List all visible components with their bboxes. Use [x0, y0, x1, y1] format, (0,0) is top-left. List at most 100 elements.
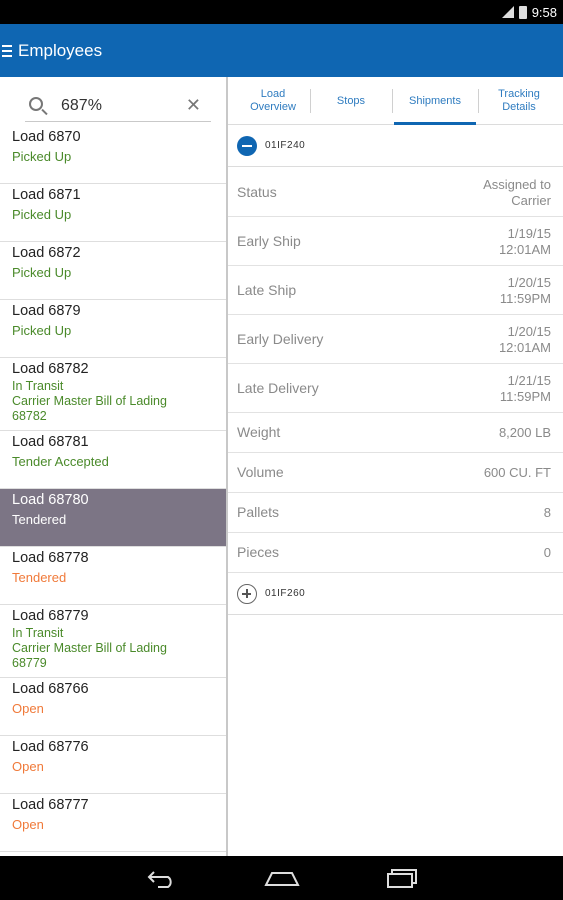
tab-stops[interactable]: Stops	[312, 77, 390, 125]
detail-label: Pieces	[237, 544, 280, 560]
load-list-item[interactable]: Load 68781 Tender Accepted	[0, 431, 226, 489]
load-name: Load 68782	[12, 361, 89, 377]
status-bar: 9:58	[0, 0, 563, 24]
plus-circle-icon[interactable]	[237, 583, 257, 604]
load-name: Load 6871	[12, 187, 81, 203]
detail-value-line: Assigned to	[483, 176, 551, 192]
load-name: Load 68776	[12, 739, 89, 755]
detail-value-line: 1/20/15	[507, 323, 551, 339]
load-list-pane: ✕ Load 6870Picked UpLoad 6871Picked UpLo…	[0, 77, 226, 856]
detail-label: Early Delivery	[237, 330, 324, 347]
load-status: Picked Up	[12, 149, 72, 164]
load-name: Load 68777	[12, 797, 89, 813]
load-name: Load 68781	[12, 434, 89, 450]
load-name: Load 68766	[12, 681, 89, 697]
load-list-item[interactable]: Load 68780 Tendered	[0, 489, 226, 547]
load-extra-info: 68782	[12, 409, 47, 423]
tab-shipments[interactable]: Shipments	[394, 77, 476, 125]
detail-row: Pallets 8	[228, 493, 563, 533]
back-icon[interactable]	[144, 866, 180, 890]
detail-value: 0	[544, 545, 551, 561]
search-icon[interactable]	[29, 97, 43, 111]
load-list-item[interactable]: Load 6870 Picked Up	[0, 126, 226, 184]
load-status: In Transit	[12, 379, 64, 393]
detail-value: 1/19/15 12:01AM	[499, 226, 551, 258]
shipment-header-expanded[interactable]: 01IF240	[228, 125, 563, 167]
detail-value: 1/20/15 11:59PM	[500, 275, 551, 307]
load-name: Load 6879	[12, 303, 81, 319]
tab-bar: Load Overview Stops Shipments Tracking Det…	[228, 77, 563, 125]
load-name: Load 6872	[12, 245, 81, 261]
detail-value: 1/20/15 12:01AM	[499, 324, 551, 356]
detail-label: Pallets	[237, 504, 280, 520]
load-status: In Transit	[12, 626, 64, 640]
detail-value-line: 8,200 LB	[498, 425, 551, 440]
load-status: Tendered	[12, 570, 67, 585]
navigation-bar	[0, 856, 563, 900]
load-status: Picked Up	[12, 207, 72, 222]
tab-tracking-details[interactable]: Tracking Details	[480, 77, 558, 125]
load-list-item[interactable]: Load 68777 Open	[0, 794, 226, 852]
detail-value-line: 0	[543, 545, 551, 560]
detail-pane: Load Overview Stops Shipments Tracking Det…	[228, 77, 563, 856]
app-title: Employees	[18, 40, 103, 60]
detail-value-line: 1/19/15	[507, 225, 551, 241]
load-status: Tendered	[12, 512, 67, 527]
tab-load-overview[interactable]: Load Overview	[234, 77, 312, 125]
detail-row: Volume 600 CU. FT	[228, 453, 563, 493]
load-name: Load 6870	[12, 129, 81, 145]
detail-value-line: 1/20/15	[507, 274, 551, 290]
load-extra-info: Carrier Master Bill of Lading	[12, 641, 167, 655]
detail-label: Volume	[237, 464, 284, 480]
detail-value: 1/21/15 11:59PM	[500, 373, 551, 405]
shipment-header-collapsed[interactable]: 01IF260	[228, 573, 563, 615]
hamburger-icon[interactable]	[2, 44, 12, 57]
detail-value-line: 11:59PM	[499, 388, 551, 404]
shipment-id: 01IF260	[265, 588, 306, 599]
load-name: Load 68779	[12, 608, 89, 624]
minus-circle-icon[interactable]	[237, 135, 257, 156]
search-input[interactable]	[61, 93, 176, 119]
load-list-item[interactable]: Load 6871 Picked Up	[0, 184, 226, 242]
signal-icon	[501, 6, 514, 18]
home-icon[interactable]	[263, 866, 301, 890]
detail-value-line: 12:01AM	[498, 241, 551, 257]
load-list-item[interactable]: Load 68778 Tendered	[0, 547, 226, 605]
shipment-id: 01IF240	[265, 140, 306, 151]
recents-icon[interactable]	[384, 866, 420, 890]
tab-separator	[310, 89, 311, 113]
load-list-item[interactable]: Load 68782 In Transit Carrier Master Bill …	[0, 358, 226, 431]
detail-row: Early Delivery 1/20/15 12:01AM	[228, 315, 563, 364]
load-status: Open	[12, 817, 44, 832]
detail-row: Status Assigned to Carrier	[228, 168, 563, 217]
detail-value: 8	[544, 505, 551, 521]
load-extra-info: 68779	[12, 656, 47, 670]
detail-label: Early Ship	[237, 232, 301, 249]
load-status: Open	[12, 759, 44, 774]
load-status: Open	[12, 701, 44, 716]
detail-value-line: 600 CU. FT	[483, 465, 551, 480]
detail-row: Late Delivery 1/21/15 11:59PM	[228, 364, 563, 413]
detail-value-line: 8	[543, 505, 551, 520]
app-bar: Employees	[0, 24, 563, 77]
load-list-item[interactable]: Load 68776 Open	[0, 736, 226, 794]
load-status: Picked Up	[12, 323, 72, 338]
load-list-item[interactable]: Load 6872 Picked Up	[0, 242, 226, 300]
detail-label: Status	[237, 183, 277, 200]
detail-value-line: 12:01AM	[498, 339, 551, 355]
load-list-item[interactable]: Load 6879 Picked Up	[0, 300, 226, 358]
detail-label: Weight	[237, 424, 281, 440]
detail-value-line: 11:59PM	[499, 290, 551, 306]
load-list-item[interactable]: Load 68779 In Transit Carrier Master Bill …	[0, 605, 226, 678]
load-list: Load 6870 Picked Up Load 6871 Picked Up Load…	[0, 126, 226, 852]
load-extra-info: Carrier Master Bill of Lading	[12, 394, 167, 408]
detail-value-line: 1/21/15	[507, 372, 551, 388]
load-list-item[interactable]: Load 68766 Open	[0, 678, 226, 736]
status-time: 9:58	[531, 4, 557, 20]
close-icon[interactable]: ✕	[186, 93, 201, 117]
detail-label: Late Delivery	[237, 379, 319, 396]
tab-separator	[478, 89, 479, 113]
load-status: Tender Accepted	[12, 454, 109, 469]
load-status: Picked Up	[12, 265, 72, 280]
detail-value-line: Carrier	[511, 192, 551, 208]
